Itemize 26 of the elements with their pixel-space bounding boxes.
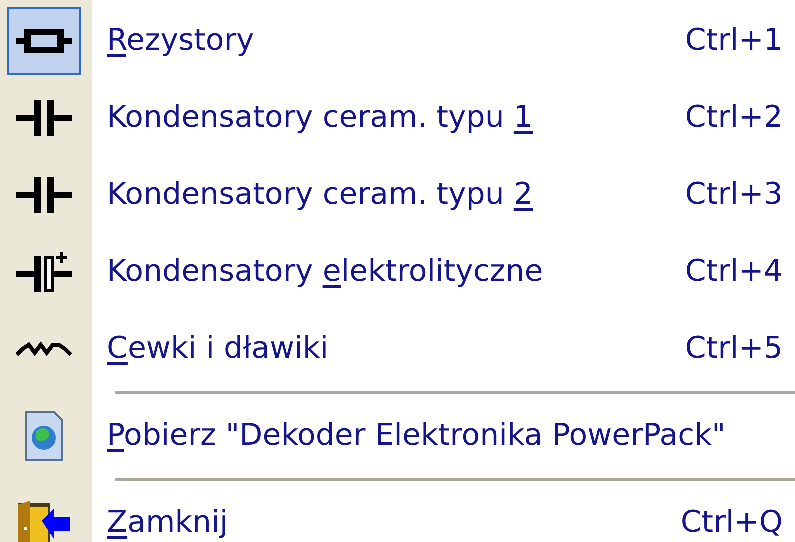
shortcut-label: Ctrl+4 [685,253,783,291]
menu-item[interactable]: Kondensatory ceram. typu 2 Ctrl+3 [0,156,795,233]
menu-item[interactable]: Kondensatory elektrolityczne Ctrl+4 [0,233,795,310]
menu-item-label: Pobierz "Dekoder Elektronika PowerPack" [107,417,726,455]
shortcut-label: Ctrl+1 [685,22,783,60]
menu-item-label: Zamknij [107,504,228,542]
menu-item[interactable]: Pobierz "Dekoder Elektronika PowerPack" [0,397,795,474]
shortcut-label: Ctrl+5 [685,330,783,368]
capacitor-icon [16,252,72,292]
capacitor-icon [16,176,72,212]
coil-icon [16,340,72,356]
shortcut-label: Ctrl+Q [680,504,783,542]
menu-item[interactable]: Zamknij Ctrl+Q [0,484,795,542]
web-document-icon [24,410,64,462]
menu-item[interactable]: Cewki i dławiki Ctrl+5 [0,310,795,387]
menu-item-label: Kondensatory elektrolityczne [107,253,544,291]
menu-item[interactable]: Rezystory Ctrl+1 [0,2,795,79]
menu-item-label: Cewki i dławiki [107,330,329,368]
exit-door-icon [16,500,72,542]
menu-item-label: Kondensatory ceram. typu 2 [107,176,533,214]
menu-item-label: Rezystory [107,22,254,60]
shortcut-label: Ctrl+3 [685,176,783,214]
capacitor-icon [16,100,72,136]
menu-item[interactable]: Kondensatory ceram. typu 1 Ctrl+2 [0,79,795,156]
shortcut-label: Ctrl+2 [685,99,783,137]
menu-item-label: Kondensatory ceram. typu 1 [107,99,533,137]
